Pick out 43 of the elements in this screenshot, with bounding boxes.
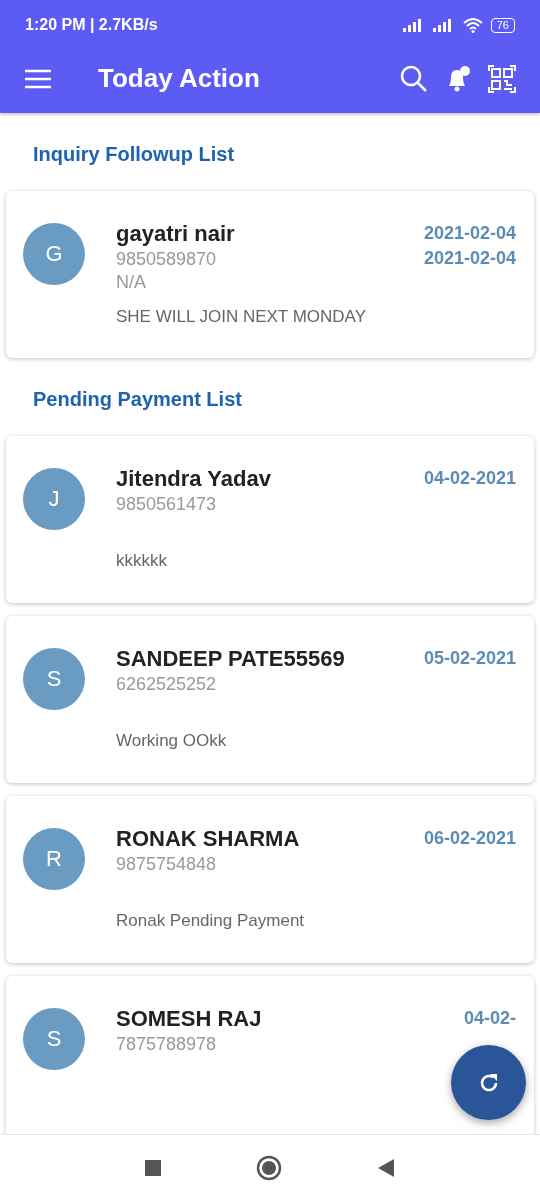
avatar: J bbox=[23, 468, 85, 530]
wifi-icon bbox=[462, 17, 483, 33]
date-text: 04-02- bbox=[463, 1008, 516, 1029]
menu-icon[interactable] bbox=[25, 68, 51, 89]
detail-text: N/A bbox=[116, 272, 146, 293]
phone-number: 9875754848 bbox=[116, 854, 217, 875]
contact-name: SOMESH RAJ bbox=[116, 1006, 262, 1032]
battery-icon: 76 bbox=[490, 17, 515, 33]
contact-name: gayatri nair bbox=[116, 221, 235, 247]
back-icon[interactable] bbox=[377, 1158, 395, 1177]
avatar: S bbox=[23, 648, 85, 710]
avatar: R bbox=[23, 828, 85, 890]
home-icon[interactable] bbox=[256, 1154, 282, 1181]
recent-apps-icon[interactable] bbox=[145, 1159, 161, 1176]
date-text: 06-02-2021 bbox=[423, 828, 516, 849]
note-text: Ronak Pending Payment bbox=[116, 911, 305, 931]
section-heading: Pending Payment List bbox=[33, 388, 242, 412]
list-card[interactable]: S SOMESH RAJ 7875788978 04-02- bbox=[6, 976, 534, 1134]
phone-number: 7875788978 bbox=[116, 1034, 217, 1055]
date-text: 2021-02-04 bbox=[423, 248, 516, 269]
list-card[interactable]: R RONAK SHARMA 9875754848 Ronak Pending Payment 06-02-2021 bbox=[6, 796, 534, 963]
phone-number: 6262525252 bbox=[116, 674, 217, 695]
search-icon[interactable] bbox=[400, 64, 428, 93]
note-text: SHE WILL JOIN NEXT MONDAY bbox=[116, 307, 366, 327]
contact-name: RONAK SHARMA bbox=[116, 826, 300, 852]
contact-name: SANDEEP PATE55569 bbox=[116, 646, 345, 672]
section-heading: Inquiry Followup List bbox=[33, 143, 235, 167]
date-text: 04-02-2021 bbox=[423, 468, 516, 489]
date-text: 05-02-2021 bbox=[423, 648, 516, 669]
list-card[interactable]: J Jitendra Yadav 9850561473 kkkkkk 04-02-2021 bbox=[6, 436, 534, 603]
date-text: 2021-02-04 bbox=[423, 223, 516, 244]
status-time: 1:20 PM | 2.7KB/s bbox=[25, 16, 158, 34]
qr-code-icon[interactable] bbox=[488, 64, 516, 93]
phone-number: 9850589870 bbox=[116, 249, 217, 270]
note-text: kkkkkk bbox=[116, 551, 167, 571]
contact-name: Jitendra Yadav bbox=[116, 466, 271, 492]
phone-number: 9850561473 bbox=[116, 494, 217, 515]
list-card[interactable]: G gayatri nair 9850589870 N/A SHE WILL JOIN NEXT MONDAY 2021-02-04 2021-02-04 bbox=[6, 191, 534, 358]
avatar: G bbox=[23, 223, 85, 285]
screen-title: Today Action bbox=[98, 63, 261, 94]
note-text: Working OOkk bbox=[116, 731, 227, 751]
list-card[interactable]: S SANDEEP PATE55569 6262525252 Working OOkk 05-02-2021 bbox=[6, 616, 534, 783]
avatar: S bbox=[23, 1008, 85, 1070]
